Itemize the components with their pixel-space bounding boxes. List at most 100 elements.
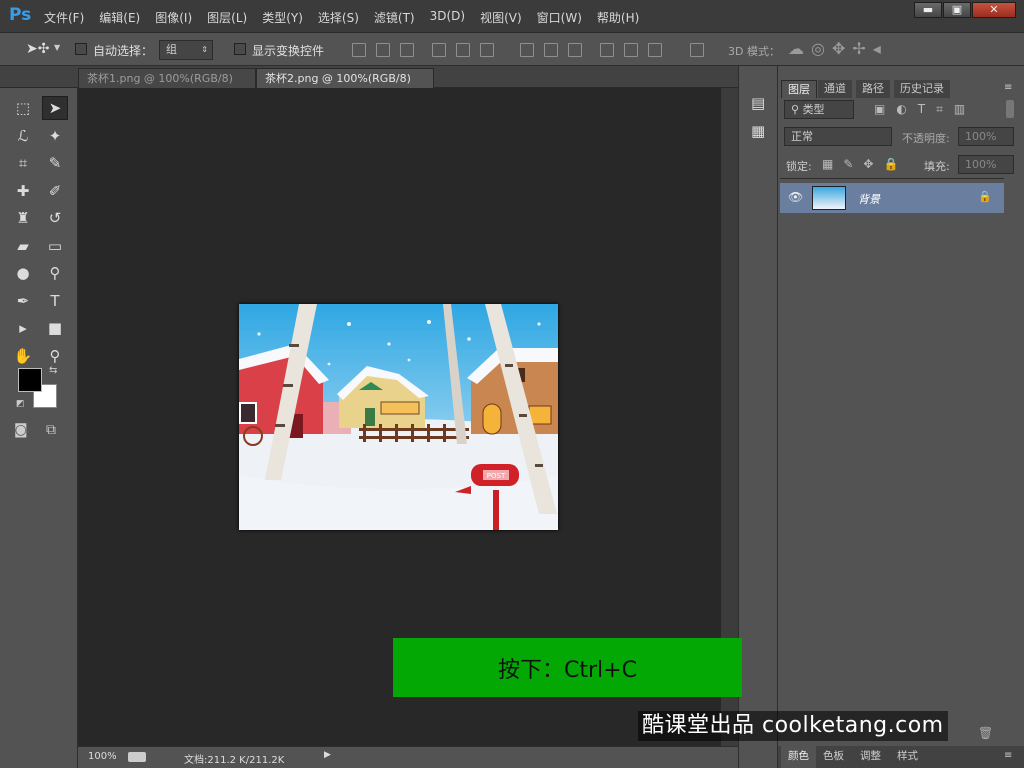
panel-scroll[interactable] xyxy=(1005,100,1013,660)
trash-icon[interactable]: 🗑 xyxy=(978,726,993,740)
distribute-hcenter-icon[interactable] xyxy=(624,43,638,57)
type-tool-icon[interactable]: T xyxy=(42,289,68,313)
3d-tools-icons[interactable]: ☁◎✥✢◂ xyxy=(788,39,888,58)
panel-menu-icon[interactable]: ≡ xyxy=(1004,82,1012,93)
distribute-top-icon[interactable] xyxy=(520,43,534,57)
layer-filter-icons[interactable]: ▣◐T⌗▥ xyxy=(874,102,976,117)
menu-select[interactable]: 选择(S) xyxy=(318,9,359,26)
tab-color[interactable]: 颜色 xyxy=(781,746,816,768)
move-tool-icon[interactable]: ➤✣ xyxy=(26,41,49,57)
lasso-tool-icon[interactable]: ℒ xyxy=(10,124,36,148)
history-panel-icon[interactable]: ▤ xyxy=(751,94,765,112)
document-image: POST xyxy=(239,304,558,530)
history-brush-icon[interactable]: ↺ xyxy=(42,206,68,230)
hand-tool-icon[interactable]: ✋ xyxy=(10,344,36,368)
distribute-right-icon[interactable] xyxy=(648,43,662,57)
healing-brush-icon[interactable]: ✚ xyxy=(10,179,36,203)
minimize-button[interactable]: ▬ xyxy=(914,2,942,18)
auto-select-value: 组 xyxy=(166,43,177,56)
eraser-icon[interactable]: ▰ xyxy=(10,234,36,258)
menu-3d[interactable]: 3D(D) xyxy=(430,9,465,26)
search-icon: ⚲ xyxy=(791,103,800,116)
blur-tool-icon[interactable]: ● xyxy=(10,261,36,285)
properties-panel-icon[interactable]: ▦ xyxy=(751,122,765,140)
chevron-down-icon[interactable]: ▼ xyxy=(54,43,60,52)
gradient-tool-icon[interactable]: ▭ xyxy=(42,234,68,258)
default-colors-icon[interactable]: ◩ xyxy=(16,399,25,409)
menu-window[interactable]: 窗口(W) xyxy=(537,9,582,26)
bottom-panel-menu-icon[interactable]: ≡ xyxy=(1004,750,1012,761)
panel-icon-dock: ▤ ▦ xyxy=(738,66,778,768)
distribute-left-icon[interactable] xyxy=(600,43,614,57)
align-left-icon[interactable] xyxy=(432,43,446,57)
tab-teacup1-label: 茶杯1.png @ 100%(RGB/8) xyxy=(87,72,233,85)
rectangle-tool-icon[interactable]: ■ xyxy=(42,316,68,340)
tab-teacup1[interactable]: 茶杯1.png @ 100%(RGB/8) × xyxy=(78,68,256,105)
menu-image[interactable]: 图像(I) xyxy=(155,9,192,26)
menu-view[interactable]: 视图(V) xyxy=(480,9,522,26)
menu-help[interactable]: 帮助(H) xyxy=(597,9,639,26)
brush-tool-icon[interactable]: ✐ xyxy=(42,179,68,203)
maximize-button[interactable]: ▣ xyxy=(943,2,971,18)
distribute-bottom-icon[interactable] xyxy=(568,43,582,57)
align-right-icon[interactable] xyxy=(480,43,494,57)
layer-filter-dropdown[interactable]: ⚲ 类型 xyxy=(784,100,854,119)
spinner-icon: ⇕ xyxy=(201,45,208,54)
marquee-tool-icon[interactable]: ⬚ xyxy=(10,96,36,120)
tab-history[interactable]: 历史记录 xyxy=(894,80,950,98)
layer-row-background[interactable]: 👁 背景 🔒 xyxy=(780,183,1004,213)
magic-wand-icon[interactable]: ✦ xyxy=(42,124,68,148)
align-bottom-icon[interactable] xyxy=(400,43,414,57)
tab-teacup2[interactable]: 茶杯2.png @ 100%(RGB/8) × xyxy=(256,68,434,105)
tab-layers[interactable]: 图层 xyxy=(781,80,817,98)
mode-3d-label: 3D 模式： xyxy=(728,45,780,58)
move-tool-icon[interactable]: ➤ xyxy=(42,96,68,120)
show-transform-label: 显示变换控件 xyxy=(252,44,325,58)
align-vcenter-icon[interactable] xyxy=(376,43,390,57)
tab-channels[interactable]: 通道 xyxy=(818,80,852,98)
status-menu-arrow-icon[interactable]: ▶ xyxy=(324,750,331,760)
status-bar: 100% 文档:211.2 K/211.2K ▶ xyxy=(78,746,738,768)
close-button[interactable]: ✕ xyxy=(972,2,1016,18)
menu-layer[interactable]: 图层(L) xyxy=(207,9,247,26)
tab-styles[interactable]: 样式 xyxy=(890,746,925,768)
clone-stamp-icon[interactable]: ♜ xyxy=(10,206,36,230)
menu-type[interactable]: 类型(Y) xyxy=(262,9,303,26)
show-transform-checkbox[interactable] xyxy=(234,43,246,58)
blend-mode-dropdown[interactable]: 正常 xyxy=(784,127,892,146)
zoom-level[interactable]: 100% xyxy=(88,751,117,762)
menu-edit[interactable]: 编辑(E) xyxy=(99,9,140,26)
status-preview-icon[interactable] xyxy=(128,752,146,762)
zoom-tool-icon[interactable]: ⚲ xyxy=(42,344,68,368)
tab-paths[interactable]: 路径 xyxy=(856,80,890,98)
distribute-vcenter-icon[interactable] xyxy=(544,43,558,57)
tab-swatches[interactable]: 色板 xyxy=(816,746,851,768)
tab-adjustments[interactable]: 调整 xyxy=(853,746,888,768)
lock-icons[interactable]: ▦✎✥🔒 xyxy=(822,157,908,171)
auto-select-dropdown[interactable]: 组 ⇕ xyxy=(159,40,213,60)
eyedropper-icon[interactable]: ✎ xyxy=(42,151,68,175)
align-top-icon[interactable] xyxy=(352,43,366,57)
fill-value: 100% xyxy=(965,158,997,171)
crop-tool-icon[interactable]: ⌗ xyxy=(10,151,36,175)
menu-filter[interactable]: 滤镜(T) xyxy=(374,9,415,26)
winter-village-illustration: POST xyxy=(239,304,558,530)
eye-icon[interactable]: 👁 xyxy=(788,190,803,204)
auto-select-checkbox[interactable] xyxy=(75,43,87,58)
mailbox-label: POST xyxy=(487,472,506,480)
foreground-color-swatch[interactable] xyxy=(18,368,42,392)
shortcut-banner: 按下：Ctrl+C xyxy=(393,638,742,697)
menu-file[interactable]: 文件(F) xyxy=(44,9,84,26)
pen-tool-icon[interactable]: ✒ xyxy=(10,289,36,313)
swap-colors-icon[interactable]: ⇆ xyxy=(49,365,57,376)
path-select-icon[interactable]: ▸ xyxy=(10,316,36,340)
toolbox: ⬚ ➤ ℒ ✦ ⌗ ✎ ✚ ✐ ♜ ↺ ▰ ▭ ● ⚲ ✒ T ▸ ■ ✋ ⚲ … xyxy=(0,88,78,768)
opacity-value: 100% xyxy=(965,130,997,143)
watermark: 酷课堂出品 coolketang.com xyxy=(638,711,948,741)
align-hcenter-icon[interactable] xyxy=(456,43,470,57)
screen-mode-icon[interactable]: ⧉ xyxy=(46,422,56,438)
quick-mask-icon[interactable]: ◙ xyxy=(14,422,28,438)
auto-align-icon[interactable] xyxy=(690,43,704,57)
menu-bar: Ps 文件(F) 编辑(E) 图像(I) 图层(L) 类型(Y) 选择(S) 滤… xyxy=(0,0,1024,33)
dodge-tool-icon[interactable]: ⚲ xyxy=(42,261,68,285)
